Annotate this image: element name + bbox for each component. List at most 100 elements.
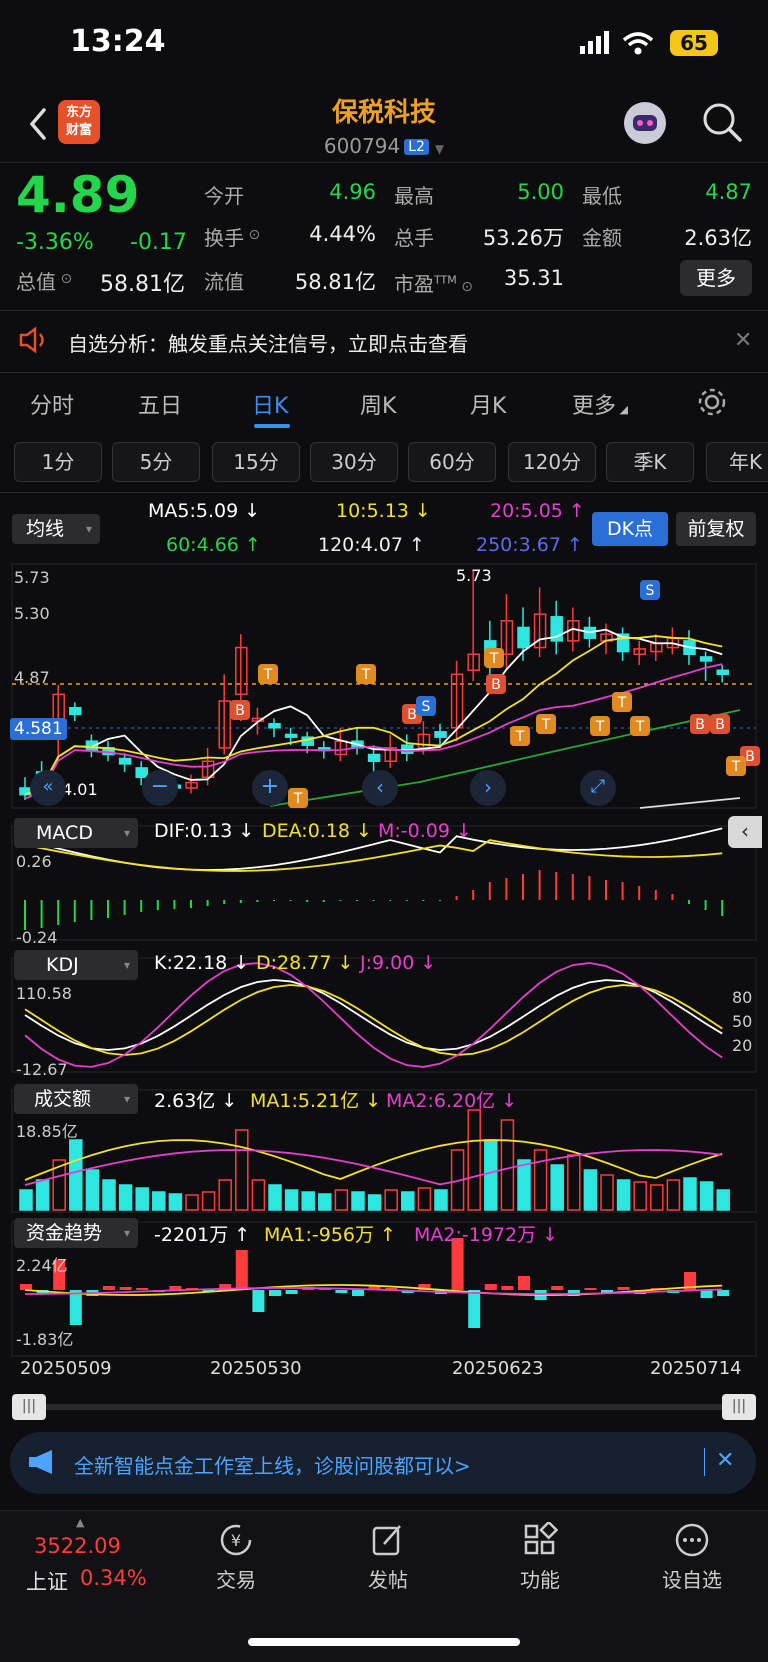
amount-bar: [699, 1181, 714, 1211]
amount-bar: [467, 1109, 481, 1211]
alert-text[interactable]: 自选分析：触发重点关注信号，立即点击查看: [68, 328, 468, 357]
signal-marker-text: B: [715, 717, 725, 733]
minus-icon[interactable]: −: [142, 770, 178, 806]
amount-bar: [301, 1191, 315, 1211]
amount-bar: [318, 1193, 332, 1211]
dk-point-button[interactable]: DK点: [592, 512, 668, 546]
candle-body: [716, 669, 729, 676]
trade-icon[interactable]: ¥: [218, 1522, 254, 1558]
more-button[interactable]: 更多: [680, 260, 752, 296]
ma10-legend: 10:5.13 ↓: [336, 500, 431, 522]
amount-ma1: MA1:5.21亿 ↓: [250, 1090, 382, 1112]
divider: [0, 310, 768, 311]
ma60-legend: 60:4.66 ↑: [166, 534, 261, 556]
period-120min-button[interactable]: 120分: [508, 442, 596, 482]
amount-bar: [683, 1177, 697, 1211]
macd-dif: DIF:0.13 ↓: [154, 820, 255, 842]
signal-marker-text: S: [422, 699, 431, 715]
chevron-left-icon[interactable]: ‹: [362, 770, 398, 806]
post-icon[interactable]: [370, 1522, 406, 1558]
chevron-down-icon: ▼: [434, 142, 445, 156]
kdj-dropdown[interactable]: KDJ: [14, 950, 138, 980]
pe-value: 35.31: [503, 266, 564, 290]
tab-week-k[interactable]: 周K: [360, 388, 396, 420]
fund-bar: [501, 1286, 514, 1290]
macd-dropdown[interactable]: MACD: [14, 818, 138, 848]
signal-marker-text: T: [595, 719, 605, 735]
fund-trend-dropdown[interactable]: 资金趋势: [14, 1218, 138, 1248]
amount-bar: [434, 1189, 448, 1211]
ma-dropdown[interactable]: 均线: [12, 514, 100, 544]
search-icon[interactable]: [700, 100, 744, 144]
amount-bar: [417, 1187, 432, 1211]
amount-bar: [35, 1179, 50, 1211]
signal-wifi-icon: [580, 31, 654, 55]
collapse-panel-icon[interactable]: ‹: [728, 816, 762, 848]
close-icon[interactable]: ✕: [716, 1448, 734, 1473]
range-handle-right[interactable]: |||: [722, 1394, 756, 1420]
tab-month-k[interactable]: 月K: [470, 388, 506, 420]
gear-icon[interactable]: [696, 386, 728, 418]
period-15min-button[interactable]: 15分: [212, 442, 300, 482]
index-name[interactable]: 上证: [26, 1566, 68, 1596]
macd-dea: DEA:0.18 ↓: [262, 820, 372, 842]
add-watchlist-icon[interactable]: [674, 1522, 710, 1558]
plus-icon[interactable]: +: [252, 770, 288, 806]
period-30min-button[interactable]: 30分: [310, 442, 398, 482]
assistant-robot-icon[interactable]: [624, 102, 666, 144]
open-label: 今开: [204, 184, 244, 208]
date-label: 20250714: [650, 1358, 742, 1379]
amount-bar: [152, 1191, 166, 1211]
promo-banner-text[interactable]: 全新智能点金工作室上线，诊股问股都可以>: [74, 1450, 471, 1479]
nav-add-watchlist[interactable]: 设自选: [642, 1564, 742, 1593]
tab-day-k[interactable]: 日K: [252, 388, 288, 420]
amount-value: 2.63亿: [684, 226, 752, 250]
range-handle-left[interactable]: |||: [12, 1394, 46, 1420]
turnover-value: 4.44%: [309, 222, 376, 246]
tab-five-day[interactable]: 五日: [138, 388, 182, 420]
close-icon[interactable]: ✕: [734, 328, 752, 353]
expand-icon[interactable]: ⤢: [580, 770, 616, 806]
chevron-right-icon[interactable]: ›: [470, 770, 506, 806]
low-value: 4.87: [705, 180, 752, 204]
fund-ma2: MA2:-1972万 ↓: [414, 1224, 559, 1246]
float-cap-value: 58.81亿: [294, 270, 376, 294]
price-adjust-button[interactable]: 前复权: [676, 512, 756, 546]
fund-bar: [617, 1287, 630, 1290]
ma120-legend: 120:4.07 ↑: [318, 534, 425, 556]
home-indicator: [248, 1638, 520, 1646]
period-60min-button[interactable]: 60分: [408, 442, 496, 482]
amount-bar: [650, 1184, 664, 1211]
period-1min-button[interactable]: 1分: [14, 442, 102, 482]
signal-marker-text: B: [235, 703, 245, 719]
period-5min-button[interactable]: 5分: [112, 442, 200, 482]
amount-dropdown[interactable]: 成交额: [14, 1084, 138, 1114]
signal-marker-text: B: [745, 749, 755, 765]
index-percent[interactable]: 0.34%: [80, 1566, 147, 1590]
amount-bar: [118, 1184, 133, 1211]
nav-trade[interactable]: 交易: [186, 1564, 286, 1593]
zoom-out-icon[interactable]: «: [30, 770, 66, 806]
tab-intraday[interactable]: 分时: [30, 388, 74, 420]
ma20-legend: 20:5.05 ↑: [490, 500, 585, 522]
corner-arrow-icon: ◢: [616, 403, 628, 416]
amount-bar: [367, 1194, 382, 1211]
kdj-axis-top: 110.58: [16, 984, 72, 1003]
amount-bar: [334, 1189, 349, 1211]
candles: [19, 570, 729, 800]
total-cap-label: 总值 ⊙: [16, 270, 73, 294]
status-time: 13:24: [70, 24, 166, 59]
nav-post[interactable]: 发帖: [338, 1564, 438, 1593]
period-year-k-button[interactable]: 年K: [706, 442, 768, 482]
index-value[interactable]: 3522.09: [34, 1534, 121, 1558]
functions-icon[interactable]: [522, 1522, 558, 1558]
tab-more[interactable]: 更多 ◢: [572, 388, 628, 420]
range-track[interactable]: [20, 1404, 740, 1410]
fund-bar: [235, 1250, 248, 1290]
period-season-k-button[interactable]: 季K: [606, 442, 694, 482]
fund-bar: [285, 1290, 298, 1294]
nav-functions[interactable]: 功能: [490, 1564, 590, 1593]
kdj-d-line: [24, 984, 723, 1056]
signal-marker-text: T: [731, 759, 741, 775]
signal-marker-text: B: [491, 677, 501, 693]
